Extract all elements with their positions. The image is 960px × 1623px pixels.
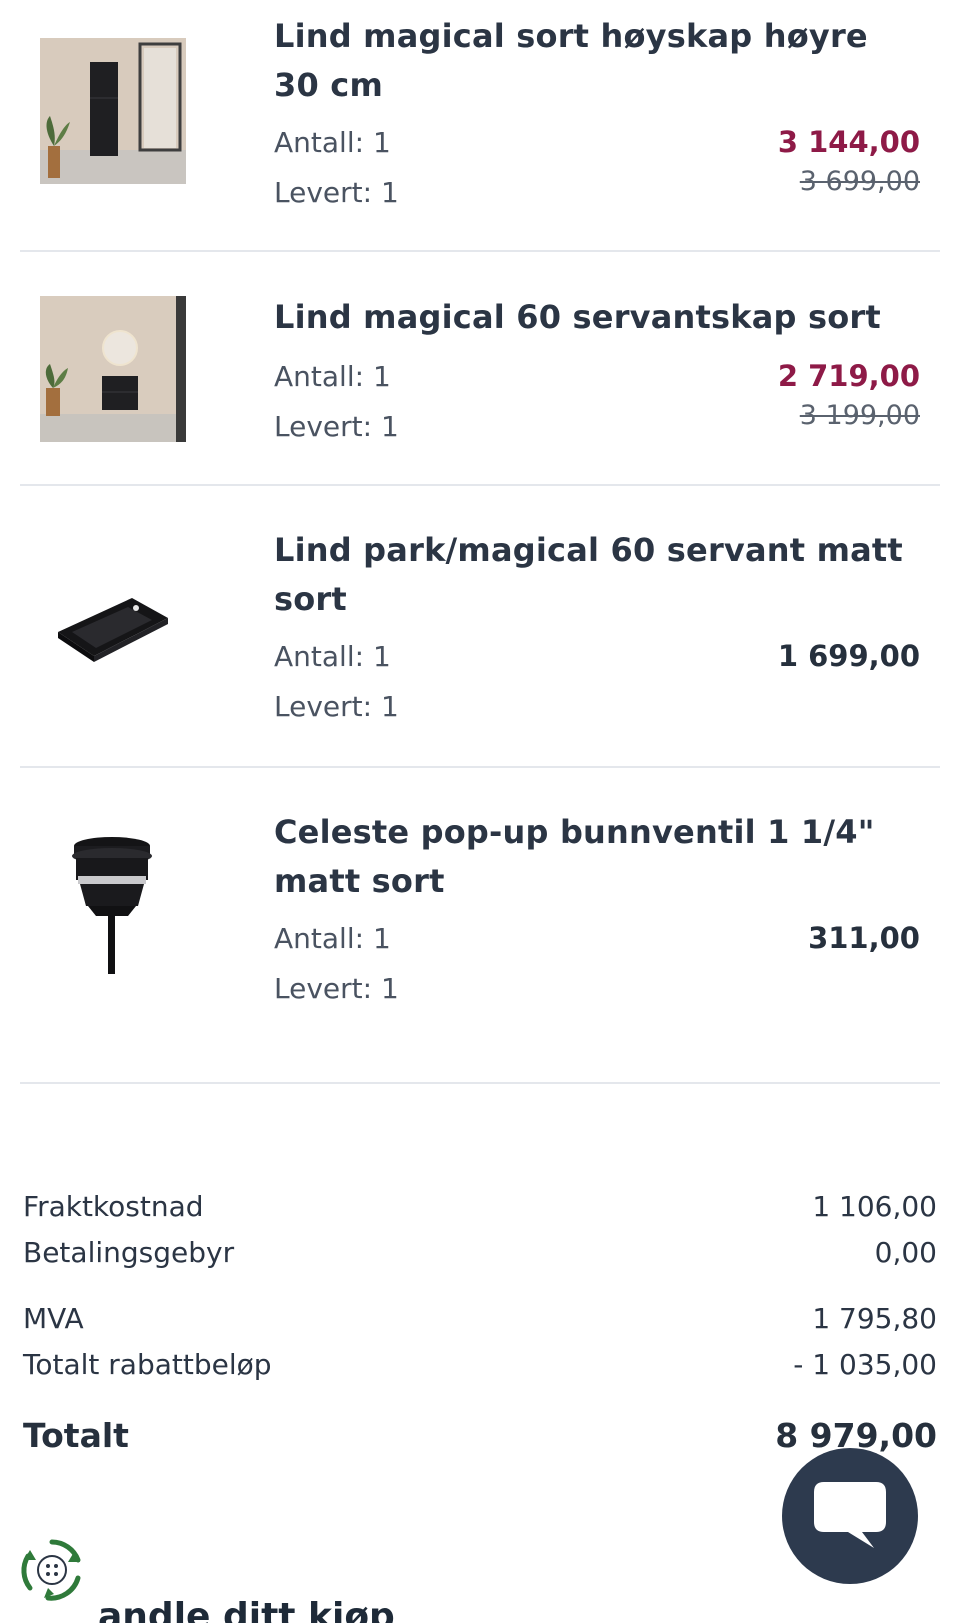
delivered-row: Levert: 1 <box>274 972 399 1006</box>
delivered-value: 1 <box>380 176 399 209</box>
item-title[interactable]: Lind magical 60 servantskap sort <box>274 293 914 342</box>
vat-value: 1 795,80 <box>812 1302 937 1335</box>
item-price: 1 699,00 <box>777 639 920 673</box>
discount-label: Totalt rabattbeløp <box>23 1348 272 1381</box>
quantity-value: 1 <box>372 922 391 955</box>
order-item: Lind magical 60 servantskap sort Antall:… <box>20 252 940 486</box>
delivered-value: 1 <box>380 410 399 443</box>
delivered-label: Levert: <box>274 176 373 209</box>
quantity-row: Antall: 1 <box>274 640 391 674</box>
quantity-label: Antall: <box>274 922 365 955</box>
sink-photo <box>40 552 186 698</box>
order-item: Lind park/magical 60 servant matt sort A… <box>20 486 940 768</box>
delivered-row: Levert: 1 <box>274 176 399 210</box>
original-price: 3 699,00 <box>799 166 920 197</box>
delivered-label: Levert: <box>274 410 373 443</box>
quantity-value: 1 <box>372 640 391 673</box>
original-price: 3 199,00 <box>799 400 920 431</box>
order-item: Lind magical sort høyskap høyre 30 cm An… <box>20 0 940 252</box>
product-image-drain-valve[interactable] <box>40 834 186 980</box>
recycle-heading: andle ditt kjøp <box>98 1596 395 1623</box>
discount-value: - 1 035,00 <box>793 1348 937 1381</box>
item-title[interactable]: Celeste pop-up bunnventil 1 1/4" matt so… <box>274 808 914 906</box>
vat-label: MVA <box>23 1302 84 1335</box>
item-price: 311,00 <box>808 921 920 955</box>
quantity-value: 1 <box>372 360 391 393</box>
quantity-row: Antall: 1 <box>274 360 391 394</box>
order-item: Celeste pop-up bunnventil 1 1/4" matt so… <box>20 768 940 1084</box>
recycle-icon <box>18 1536 86 1604</box>
drain-valve-photo <box>40 834 186 980</box>
delivered-label: Levert: <box>274 690 373 723</box>
quantity-row: Antall: 1 <box>274 922 391 956</box>
delivered-value: 1 <box>380 972 399 1005</box>
vanity-cabinet-photo <box>40 296 186 442</box>
sale-price: 2 719,00 <box>777 359 920 393</box>
shipping-cost-value: 1 106,00 <box>812 1190 937 1223</box>
delivered-value: 1 <box>380 690 399 723</box>
sale-price: 3 144,00 <box>777 125 920 159</box>
quantity-label: Antall: <box>274 360 365 393</box>
chat-button[interactable] <box>782 1448 918 1584</box>
quantity-row: Antall: 1 <box>274 126 391 160</box>
delivered-row: Levert: 1 <box>274 410 399 444</box>
tall-cabinet-photo <box>40 38 186 184</box>
item-title[interactable]: Lind park/magical 60 servant matt sort <box>274 526 914 624</box>
payment-fee-label: Betalingsgebyr <box>23 1236 235 1269</box>
shipping-cost-label: Fraktkostnad <box>23 1190 204 1223</box>
product-image-vanity-cabinet[interactable] <box>40 296 186 442</box>
delivered-label: Levert: <box>274 972 373 1005</box>
product-image-sink[interactable] <box>40 552 186 698</box>
quantity-value: 1 <box>372 126 391 159</box>
chat-bubble-icon <box>814 1482 886 1548</box>
product-image-tall-cabinet[interactable] <box>40 38 186 184</box>
total-label: Totalt <box>23 1416 129 1455</box>
order-details-page: Lind magical sort høyskap høyre 30 cm An… <box>0 0 960 1623</box>
payment-fee-value: 0,00 <box>874 1236 937 1269</box>
delivered-row: Levert: 1 <box>274 690 399 724</box>
item-title[interactable]: Lind magical sort høyskap høyre 30 cm <box>274 12 914 110</box>
quantity-label: Antall: <box>274 640 365 673</box>
quantity-label: Antall: <box>274 126 365 159</box>
